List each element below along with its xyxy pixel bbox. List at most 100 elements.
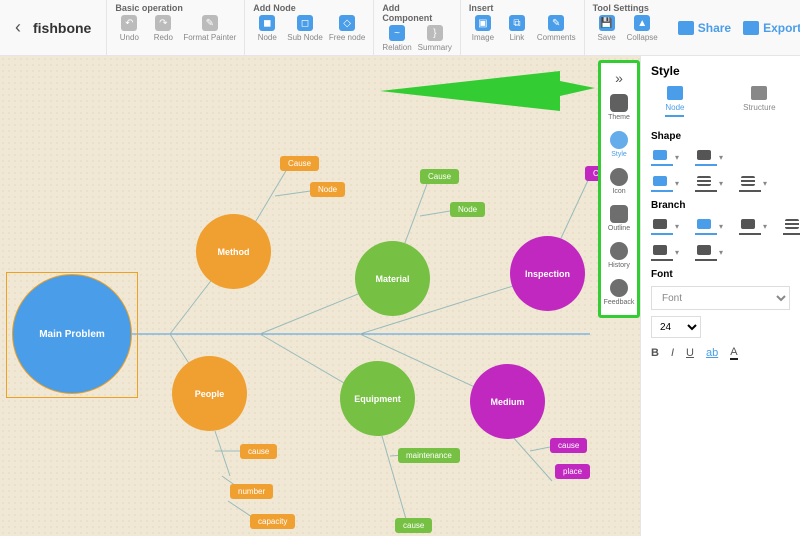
add-freenode-button[interactable]: ◇Free node xyxy=(329,15,365,42)
summary-button[interactable]: }Summary xyxy=(418,25,452,52)
tag-method-node[interactable]: Node xyxy=(310,182,345,197)
bold-button[interactable]: B xyxy=(651,347,659,359)
tag-people-cause[interactable]: cause xyxy=(240,444,277,459)
relation-button[interactable]: ~Relation xyxy=(382,25,411,52)
structure-tab-icon xyxy=(751,86,767,100)
back-button[interactable]: ‹ xyxy=(15,17,21,38)
branch-style1-button[interactable] xyxy=(651,217,673,235)
font-size-select[interactable]: 24 xyxy=(651,316,701,338)
feedback-icon xyxy=(610,279,628,297)
comment-icon: ✎ xyxy=(548,15,564,31)
shape-dash-button[interactable] xyxy=(695,174,717,192)
annotation-arrow xyxy=(380,66,600,116)
save-button[interactable]: 💾Save xyxy=(593,15,621,42)
node-main-problem[interactable]: Main Problem xyxy=(12,274,132,394)
format-painter-icon: ✎ xyxy=(202,15,218,31)
tag-equipment-cause[interactable]: cause xyxy=(395,518,432,533)
branch-weight-button[interactable] xyxy=(783,217,800,235)
node-medium[interactable]: Medium xyxy=(470,364,545,439)
toolgroup-add-node: Add Node ◼Node ◻Sub Node ◇Free node xyxy=(244,0,373,55)
font-style-buttons: B I U ab A xyxy=(651,346,790,360)
italic-button[interactable]: I xyxy=(671,347,674,359)
underline-button[interactable]: U xyxy=(686,347,694,359)
side-rail: » Theme Style Icon Outline History Feedb… xyxy=(598,60,640,318)
history-icon xyxy=(610,242,628,260)
node-icon: ◼ xyxy=(259,15,275,31)
link-icon: ⧉ xyxy=(509,15,525,31)
tag-people-capacity[interactable]: capacity xyxy=(250,514,295,529)
tag-equipment-maintenance[interactable]: maintenance xyxy=(398,448,460,463)
share-button[interactable]: Share xyxy=(678,21,731,35)
redo-button[interactable]: ↷Redo xyxy=(149,15,177,42)
font-family-select[interactable]: Font xyxy=(651,286,790,310)
node-material[interactable]: Material xyxy=(355,241,430,316)
topbar: ‹ fishbone Basic operation ↶Undo ↷Redo ✎… xyxy=(0,0,800,56)
node-tab-icon xyxy=(667,86,683,100)
node-method[interactable]: Method xyxy=(196,214,271,289)
insert-comment-button[interactable]: ✎Comments xyxy=(537,15,576,42)
save-icon: 💾 xyxy=(599,15,615,31)
tag-people-number[interactable]: number xyxy=(230,484,273,499)
node-people[interactable]: People xyxy=(172,356,247,431)
branch-color-button[interactable] xyxy=(695,217,717,235)
style-icon xyxy=(610,131,628,149)
export-button[interactable]: Export xyxy=(743,21,800,35)
panel-title: Style xyxy=(651,64,790,78)
outline-icon xyxy=(610,205,628,223)
rail-feedback[interactable]: Feedback xyxy=(604,274,635,311)
shape-line-button[interactable] xyxy=(651,174,673,192)
shape-fill-button[interactable] xyxy=(651,148,673,166)
topbar-left: ‹ fishbone xyxy=(0,0,106,55)
canvas[interactable]: Main Problem Method Material Inspection … xyxy=(0,56,640,536)
add-node-button[interactable]: ◼Node xyxy=(253,15,281,42)
undo-button[interactable]: ↶Undo xyxy=(115,15,143,42)
subnode-icon: ◻ xyxy=(297,15,313,31)
panel-tab-node[interactable]: Node xyxy=(665,86,684,117)
toolgroup-add-component: Add Component ~Relation }Summary xyxy=(373,0,460,55)
image-icon: ▣ xyxy=(475,15,491,31)
font-color-button[interactable]: A xyxy=(730,346,737,360)
redo-icon: ↷ xyxy=(155,15,171,31)
share-icon xyxy=(678,21,694,35)
section-branch-title: Branch xyxy=(651,200,790,211)
shape-stroke-button[interactable] xyxy=(695,148,717,166)
tag-medium-cause[interactable]: cause xyxy=(550,438,587,453)
style-panel: Style Node Structure Shape ▾ ▾ ▾ ▾ ▾ Bra… xyxy=(640,56,800,536)
rail-outline[interactable]: Outline xyxy=(608,200,630,237)
format-painter-button[interactable]: ✎Format Painter xyxy=(183,15,236,42)
panel-tabs: Node Structure xyxy=(651,86,790,117)
rail-history[interactable]: History xyxy=(608,237,630,274)
undo-icon: ↶ xyxy=(121,15,137,31)
toolgroup-add-node-title: Add Node xyxy=(253,3,365,13)
tag-material-node[interactable]: Node xyxy=(450,202,485,217)
add-subnode-button[interactable]: ◻Sub Node xyxy=(287,15,323,42)
shape-weight-button[interactable] xyxy=(739,174,761,192)
toolgroup-insert: Insert ▣Image ⧉Link ✎Comments xyxy=(460,0,584,55)
panel-tab-structure[interactable]: Structure xyxy=(743,86,775,117)
icon-icon xyxy=(610,168,628,186)
insert-link-button[interactable]: ⧉Link xyxy=(503,15,531,42)
branch-outdent-button[interactable] xyxy=(695,243,717,261)
rail-icon[interactable]: Icon xyxy=(610,163,628,200)
branch-shape-button[interactable] xyxy=(739,217,761,235)
section-font-title: Font xyxy=(651,269,790,280)
toolgroup-tool-settings: Tool Settings 💾Save ▲Collapse xyxy=(584,0,666,55)
rail-collapse-button[interactable]: » xyxy=(615,67,623,89)
tag-material-cause[interactable]: Cause xyxy=(420,169,459,184)
branch-indent-button[interactable] xyxy=(651,243,673,261)
rail-style[interactable]: Style xyxy=(610,126,628,163)
node-inspection[interactable]: Inspection xyxy=(510,236,585,311)
rail-theme[interactable]: Theme xyxy=(608,89,630,126)
section-shape-title: Shape xyxy=(651,131,790,142)
toolgroup-insert-title: Insert xyxy=(469,3,576,13)
insert-image-button[interactable]: ▣Image xyxy=(469,15,497,42)
tag-method-cause[interactable]: Cause xyxy=(280,156,319,171)
collapse-button[interactable]: ▲Collapse xyxy=(627,15,658,42)
main: Main Problem Method Material Inspection … xyxy=(0,56,800,536)
node-equipment[interactable]: Equipment xyxy=(340,361,415,436)
toolgroup-basic: Basic operation ↶Undo ↷Redo ✎Format Pain… xyxy=(106,0,244,55)
toolgroup-tool-settings-title: Tool Settings xyxy=(593,3,658,13)
tag-medium-place[interactable]: place xyxy=(555,464,590,479)
theme-icon xyxy=(610,94,628,112)
ab-button[interactable]: ab xyxy=(706,347,718,359)
